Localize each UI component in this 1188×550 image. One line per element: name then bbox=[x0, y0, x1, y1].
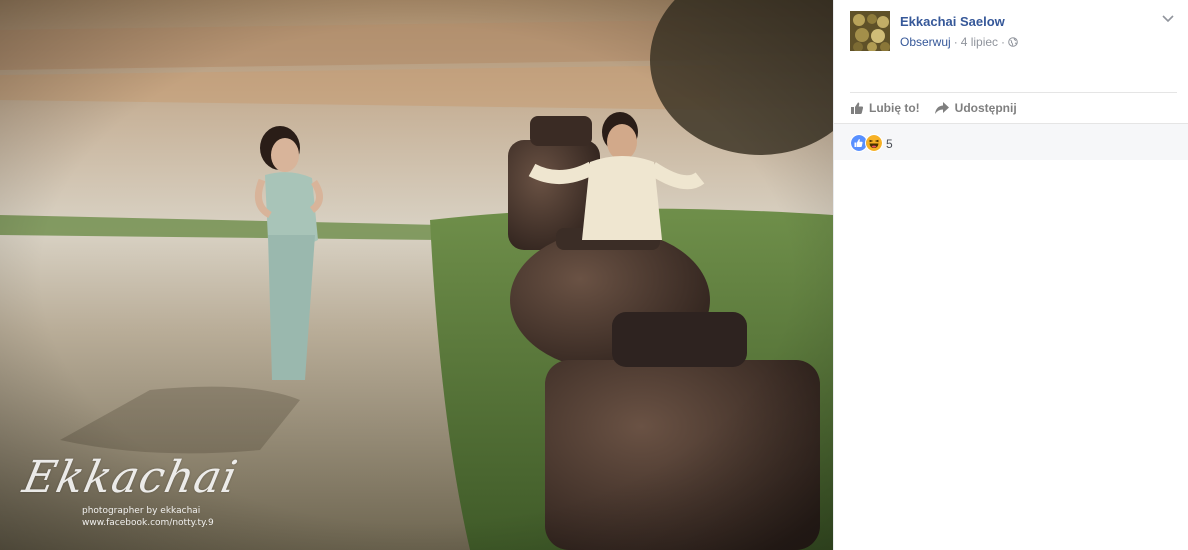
share-label: Udostępnij bbox=[954, 101, 1017, 115]
reactions-bar: 5 bbox=[834, 123, 1188, 160]
author-name[interactable]: Ekkachai Saelow bbox=[900, 14, 1005, 29]
globe-icon[interactable] bbox=[1008, 37, 1018, 47]
watermark: Ekkachai photographer by ekkachai www.fa… bbox=[19, 452, 284, 542]
avatar-image bbox=[850, 11, 890, 51]
follow-link[interactable]: Obserwuj bbox=[900, 35, 951, 49]
divider bbox=[850, 92, 1177, 93]
avatar[interactable] bbox=[850, 11, 890, 51]
reaction-icons[interactable] bbox=[850, 134, 883, 152]
watermark-signature: Ekkachai bbox=[18, 452, 243, 503]
post-date[interactable]: 4 lipiec bbox=[961, 35, 998, 49]
like-button[interactable]: Lubię to! bbox=[850, 100, 920, 116]
share-button[interactable]: Udostępnij bbox=[934, 100, 1017, 116]
thumbs-up-icon bbox=[851, 102, 864, 114]
haha-reaction-icon bbox=[865, 134, 883, 152]
watermark-credit: photographer by ekkachai bbox=[82, 506, 201, 516]
post-sidebar: Ekkachai Saelow Obserwuj · 4 lipiec · Lubię… bbox=[833, 0, 1188, 550]
like-label: Lubię to! bbox=[869, 101, 920, 115]
post-actions: Lubię to! Udostępnij bbox=[850, 100, 1031, 116]
share-arrow-icon bbox=[934, 102, 949, 114]
meta-separator: · bbox=[953, 35, 958, 49]
reaction-count[interactable]: 5 bbox=[886, 137, 893, 151]
meta-separator: · bbox=[1001, 35, 1006, 49]
watermark-url: www.facebook.com/notty.ty.9 bbox=[82, 518, 214, 528]
chevron-down-icon[interactable] bbox=[1161, 14, 1175, 24]
post-meta: Obserwuj · 4 lipiec · bbox=[900, 35, 1018, 49]
post-photo[interactable]: Ekkachai photographer by ekkachai www.fa… bbox=[0, 0, 833, 550]
